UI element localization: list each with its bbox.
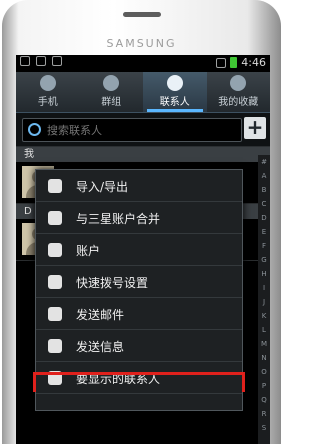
index-letter: L xyxy=(262,326,266,334)
wifi-icon xyxy=(52,56,62,66)
email-icon xyxy=(48,307,62,321)
add-contact-button[interactable]: + xyxy=(244,117,266,139)
menu-item-label: 发送邮件 xyxy=(76,308,125,322)
index-letter: A xyxy=(261,172,267,180)
phone-icon xyxy=(39,75,56,91)
index-letter: I xyxy=(262,284,266,292)
index-letter: S xyxy=(261,424,267,432)
menu-item-label: 发送信息 xyxy=(76,340,125,354)
tab-favorites[interactable]: 我的收藏 xyxy=(207,72,271,112)
menu-item-label: 快速拨号设置 xyxy=(76,276,149,290)
menu-item-accounts[interactable]: 账户 xyxy=(36,234,242,266)
group-icon xyxy=(103,75,120,91)
menu-item-speed-dial[interactable]: 快速拨号设置 xyxy=(36,266,242,298)
tab-label: 手机 xyxy=(37,97,58,108)
person-icon xyxy=(166,75,183,91)
index-letter: # xyxy=(261,158,267,166)
star-icon xyxy=(230,75,247,91)
tab-phone[interactable]: 手机 xyxy=(16,72,80,112)
index-letter: C xyxy=(261,200,267,208)
brand-logo: SAMSUNG xyxy=(106,37,177,50)
index-letter: J xyxy=(262,298,266,306)
status-bar: 4:46 xyxy=(16,55,270,72)
index-letter: D xyxy=(261,214,267,222)
tab-label: 群组 xyxy=(101,97,122,108)
index-letter: O xyxy=(261,368,267,376)
menu-item-label: 与三星账户合并 xyxy=(76,212,161,226)
section-header-me: 我 xyxy=(16,147,270,162)
index-letter: P xyxy=(261,382,267,390)
search-input[interactable] xyxy=(45,120,239,140)
tab-contacts[interactable]: 联系人 xyxy=(143,72,207,112)
menu-item-merge-samsung-account[interactable]: 与三星账户合并 xyxy=(36,202,242,234)
index-letter: K xyxy=(261,312,267,320)
tab-label: 我的收藏 xyxy=(218,97,259,108)
key-icon xyxy=(48,243,62,257)
index-letter: F xyxy=(261,242,267,250)
highlight-box xyxy=(33,372,245,392)
speaker-grille xyxy=(123,12,161,17)
menu-item-import-export[interactable]: 导入/导出 xyxy=(36,170,242,202)
status-time: 4:46 xyxy=(241,56,266,69)
menu-item-send-message[interactable]: 发送信息 xyxy=(36,330,242,362)
usb-icon xyxy=(20,56,30,66)
index-letter: B xyxy=(261,186,267,194)
samsung-account-icon xyxy=(48,211,62,225)
index-letter: H xyxy=(261,270,267,278)
index-letter: E xyxy=(261,228,267,236)
menu-item-send-email[interactable]: 发送邮件 xyxy=(36,298,242,330)
index-letter: M xyxy=(260,340,268,348)
index-letter: G xyxy=(261,256,267,264)
index-letter: N xyxy=(261,354,267,362)
tab-bar: 手机 群组 联系人 我的收藏 xyxy=(16,72,270,113)
import-export-icon xyxy=(48,179,62,193)
index-letter: R xyxy=(261,410,267,418)
signal-icon xyxy=(216,57,227,68)
tab-label: 联系人 xyxy=(159,97,190,108)
menu-item-label: 导入/导出 xyxy=(76,180,129,194)
usb-debug-icon xyxy=(36,56,46,66)
tab-groups[interactable]: 群组 xyxy=(80,72,144,112)
phone-frame: SAMSUNG 4:46 手机 群组 联系人 我的收藏 搜索联系人 + 我 D … xyxy=(2,0,281,444)
search-icon xyxy=(28,123,41,136)
index-letter: Q xyxy=(261,396,267,404)
battery-icon xyxy=(230,57,238,68)
message-icon xyxy=(48,339,62,353)
alphabet-index-bar[interactable]: # A B C D E F G H I J K L M N O P Q R S xyxy=(258,155,270,444)
speed-dial-icon xyxy=(48,275,62,289)
search-row: + xyxy=(16,113,270,147)
menu-item-label: 账户 xyxy=(76,244,101,258)
search-box[interactable] xyxy=(22,118,242,142)
